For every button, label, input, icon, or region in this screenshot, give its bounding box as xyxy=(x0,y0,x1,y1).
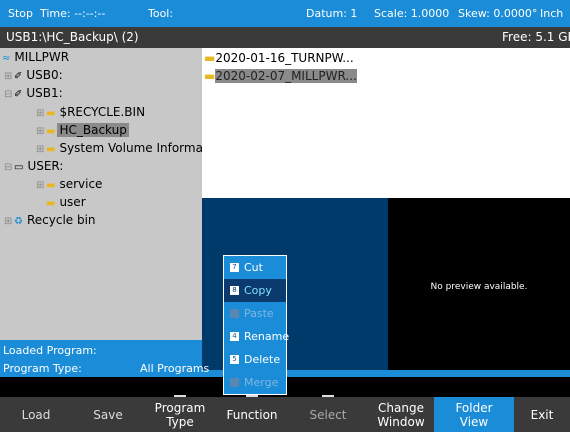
tree-item-user[interactable]: ▬ user xyxy=(46,194,88,211)
softkey-exit[interactable]: Exit xyxy=(514,397,570,432)
softkey-program-type[interactable]: Program Type xyxy=(144,395,216,432)
file-item-selected[interactable]: ▬2020-02-07_MILLPWR... xyxy=(204,68,357,85)
softkey-select[interactable]: Select xyxy=(288,395,368,432)
folder-tree[interactable]: ≈ MILLPWR ⊞ ✐ USB0: ⊟ ✐ USB1: ⊞ ▬ $RECYCLE.BIN … xyxy=(0,48,226,340)
menu-item-delete[interactable]: 5 Delete xyxy=(224,348,286,371)
mode-status: Stop xyxy=(8,7,34,20)
skew-readout: Skew: 0.0000° xyxy=(458,7,538,20)
expand-icon[interactable]: ⊞ xyxy=(36,141,46,158)
tree-item-user-drive[interactable]: ⊟ ▭ USER: xyxy=(4,158,65,175)
tree-item-usb1[interactable]: ⊟ ✐ USB1: xyxy=(4,85,65,102)
tree-item-system-volume-information[interactable]: ⊞ ▬ System Volume Information xyxy=(36,140,228,157)
folder-icon: ▬ xyxy=(204,69,216,83)
expand-icon[interactable]: ⊞ xyxy=(36,123,46,140)
tree-item-hc-backup[interactable]: ⊞ ▬ HC_Backup xyxy=(36,122,129,139)
collapse-icon[interactable]: ⊟ xyxy=(4,86,14,103)
units-readout: Inch xyxy=(540,7,564,20)
tree-item-service[interactable]: ⊞ ▬ service xyxy=(36,176,104,193)
menu-item-merge[interactable]: 6 Merge xyxy=(224,371,286,394)
softkey-save[interactable]: Save xyxy=(72,397,144,432)
softkey-folder-view[interactable]: Folder View xyxy=(434,397,514,432)
scale-readout: Scale: 1.0000 xyxy=(374,7,450,20)
expand-icon[interactable]: ⊞ xyxy=(36,177,46,194)
path-bar: USB1:\HC_Backup\ (2) Free: 5.1 GB xyxy=(0,27,570,48)
key-badge: 4 xyxy=(230,331,239,341)
recycle-bin-icon: ♻ xyxy=(14,216,23,227)
softkey-indicator xyxy=(174,395,186,397)
folder-icon: ▬ xyxy=(46,198,56,209)
softkey-bar: Load Save Program Type Function Select C… xyxy=(0,395,570,432)
menu-item-paste[interactable]: 9 Paste xyxy=(224,302,286,325)
usb-icon: ✐ xyxy=(14,71,23,82)
time-readout: Time: --:--:-- xyxy=(40,7,106,20)
file-item[interactable]: ▬2020-01-16_TURNPW... xyxy=(204,50,354,67)
key-badge: 5 xyxy=(230,354,239,364)
program-type-value: All Programs xyxy=(140,362,210,375)
expand-icon[interactable]: ⊞ xyxy=(4,213,14,230)
no-preview-message: No preview available. xyxy=(430,282,528,292)
softkey-function[interactable]: Function xyxy=(216,395,288,432)
expand-icon[interactable]: ⊞ xyxy=(36,105,46,122)
datum-readout: Datum: 1 xyxy=(306,7,358,20)
softkey-change-window[interactable]: Change Window xyxy=(368,397,434,432)
folder-icon: ▬ xyxy=(46,126,56,137)
folder-icon: ▬ xyxy=(46,108,56,119)
key-badge: 9 xyxy=(230,308,239,318)
menu-item-copy[interactable]: 8 Copy xyxy=(224,279,286,302)
drive-icon: ▭ xyxy=(14,162,24,173)
tree-item-millpwr[interactable]: ≈ MILLPWR xyxy=(2,49,71,66)
program-type-label: Program Type: xyxy=(3,362,82,375)
tree-item-usb0[interactable]: ⊞ ✐ USB0: xyxy=(4,67,65,84)
expand-icon[interactable]: ⊞ xyxy=(4,68,14,85)
loaded-program-label: Loaded Program: xyxy=(3,344,97,357)
status-bar: Stop Time: --:--:-- Tool: Datum: 1 Scale… xyxy=(0,0,570,27)
folder-icon: ▬ xyxy=(46,180,56,191)
folder-icon: ▬ xyxy=(204,51,216,65)
folder-icon: ▬ xyxy=(46,144,56,155)
current-path: USB1:\HC_Backup\ (2) xyxy=(6,30,139,44)
softkey-indicator xyxy=(246,395,258,397)
tool-readout: Tool: xyxy=(148,7,174,20)
key-badge: 6 xyxy=(230,377,239,387)
tree-item-recycle-bin[interactable]: ⊞ ♻ Recycle bin xyxy=(4,212,98,229)
softkey-indicator xyxy=(322,395,334,397)
function-menu[interactable]: 7 Cut 8 Copy 9 Paste 4 Rename 5 Delete 6 Merge xyxy=(223,255,289,395)
menu-item-cut[interactable]: 7 Cut xyxy=(224,256,286,279)
collapse-icon[interactable]: ⊟ xyxy=(4,159,14,176)
softkey-load[interactable]: Load xyxy=(0,397,72,432)
tree-item-recycle-folder[interactable]: ⊞ ▬ $RECYCLE.BIN xyxy=(36,104,147,121)
free-space: Free: 5.1 GB xyxy=(502,30,570,44)
device-icon: ≈ xyxy=(2,53,11,64)
usb-icon: ✐ xyxy=(14,89,23,100)
key-badge: 7 xyxy=(230,262,239,272)
file-list[interactable]: ▬2020-01-16_TURNPW... ▬2020-02-07_MILLPW… xyxy=(202,48,570,198)
program-info-panel: Loaded Program: Program Type: All Progra… xyxy=(0,340,209,377)
key-badge: 8 xyxy=(230,285,239,295)
menu-item-rename[interactable]: 4 Rename xyxy=(224,325,289,348)
